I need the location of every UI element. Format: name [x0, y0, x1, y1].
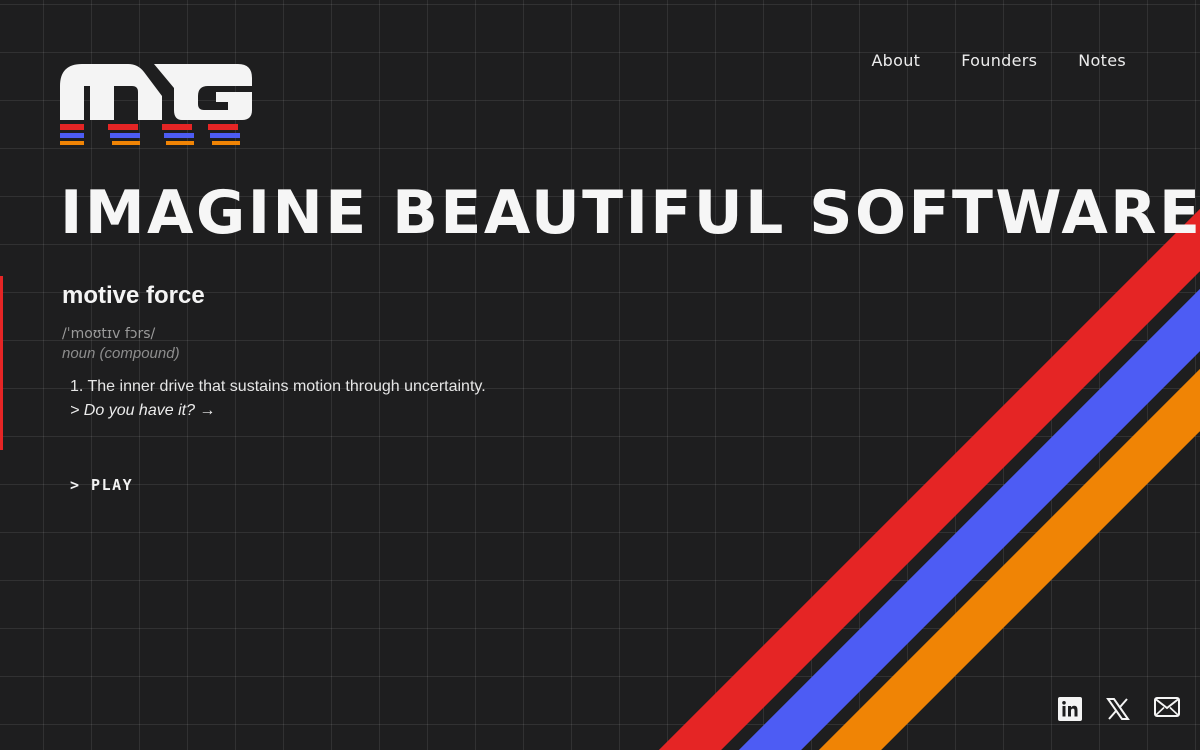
- nav-item-founders[interactable]: Founders: [961, 51, 1037, 70]
- mail-icon: [1154, 697, 1180, 717]
- mg-logo-icon: [60, 64, 252, 145]
- do-you-have-it-link[interactable]: > Do you have it? →: [70, 402, 215, 420]
- nav-item-about[interactable]: About: [871, 51, 920, 70]
- hero-headline: IMAGINE BEAUTIFUL SOFTWARE: [60, 178, 1200, 248]
- definition-part-of-speech: noun (compound): [62, 345, 180, 362]
- social-links: [1058, 697, 1180, 723]
- play-button[interactable]: > PLAY: [70, 476, 133, 494]
- x-link[interactable]: [1106, 697, 1132, 723]
- main-nav: About Founders Notes: [871, 51, 1126, 70]
- nav-item-notes[interactable]: Notes: [1078, 51, 1126, 70]
- linkedin-link[interactable]: [1058, 697, 1084, 723]
- definition-pronunciation: /ˈmoʊtɪv fɔrs/: [62, 326, 156, 342]
- definition-block: motive force /ˈmoʊtɪv fɔrs/ noun (compou…: [62, 282, 486, 420]
- definition-sense: 1. The inner drive that sustains motion …: [70, 378, 486, 395]
- linkedin-icon: [1058, 697, 1082, 721]
- definition-term: motive force: [62, 282, 205, 309]
- accent-bar: [0, 276, 3, 450]
- x-icon: [1106, 698, 1130, 720]
- mail-link[interactable]: [1154, 697, 1180, 723]
